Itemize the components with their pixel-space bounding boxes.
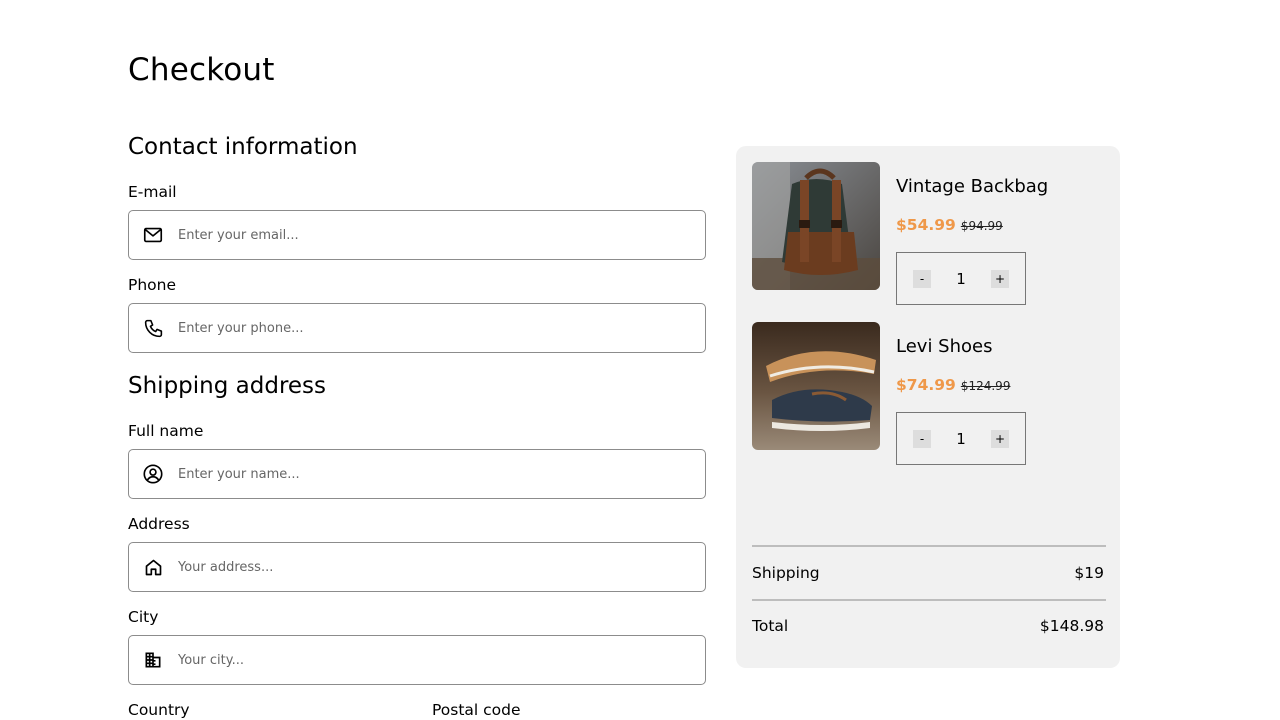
shipping-cost-label: Shipping — [752, 564, 820, 582]
item-old-price: $94.99 — [960, 219, 1003, 233]
increase-quantity-button[interactable]: + — [990, 429, 1009, 448]
full-name-label: Full name — [128, 422, 204, 440]
decrease-quantity-button[interactable]: - — [913, 429, 931, 448]
cart-item: Levi Shoes $74.99 $124.99 - 1 + — [752, 322, 1112, 465]
item-price: $74.99 — [896, 376, 956, 394]
quantity-stepper: - 1 + — [896, 412, 1026, 465]
phone-field[interactable] — [178, 304, 705, 352]
decrease-quantity-button[interactable]: - — [913, 269, 931, 288]
cart-item: Vintage Backbag $54.99 $94.99 - 1 + — [752, 162, 1112, 305]
increase-quantity-button[interactable]: + — [990, 269, 1009, 288]
contact-heading: Contact information — [128, 134, 358, 160]
total-row: Total $148.98 — [752, 617, 1104, 635]
mail-icon — [142, 224, 164, 246]
address-field-wrapper — [128, 542, 706, 592]
price-row: $54.99 $94.99 — [896, 216, 1003, 234]
page-title: Checkout — [128, 52, 275, 88]
city-label: City — [128, 608, 159, 626]
address-label: Address — [128, 515, 190, 533]
shipping-heading: Shipping address — [128, 373, 327, 399]
quantity-value: 1 — [956, 269, 966, 288]
item-price: $54.99 — [896, 216, 956, 234]
item-old-price: $124.99 — [960, 379, 1011, 393]
backpack-image — [752, 162, 880, 290]
summary-divider — [752, 599, 1106, 601]
home-icon — [142, 556, 164, 578]
quantity-stepper: - 1 + — [896, 252, 1026, 305]
phone-field-wrapper — [128, 303, 706, 353]
full-name-field[interactable] — [178, 450, 705, 498]
postal-code-label: Postal code — [432, 701, 521, 719]
shoes-image — [752, 322, 880, 450]
item-name: Vintage Backbag — [896, 176, 1049, 197]
total-label: Total — [752, 617, 789, 635]
email-field-wrapper — [128, 210, 706, 260]
building-icon — [142, 649, 164, 671]
city-field-wrapper — [128, 635, 706, 685]
email-label: E-mail — [128, 183, 177, 201]
total-value: $148.98 — [1039, 617, 1104, 635]
phone-icon — [142, 317, 164, 339]
shipping-row: Shipping $19 — [752, 564, 1104, 582]
summary-divider — [752, 545, 1106, 547]
shipping-cost-value: $19 — [1074, 564, 1104, 582]
quantity-value: 1 — [956, 429, 966, 448]
price-row: $74.99 $124.99 — [896, 376, 1010, 394]
user-circle-icon — [142, 463, 164, 485]
order-summary: Vintage Backbag $54.99 $94.99 - 1 + Levi… — [736, 146, 1120, 668]
phone-label: Phone — [128, 276, 177, 294]
email-field[interactable] — [178, 211, 705, 259]
country-label: Country — [128, 701, 190, 719]
full-name-field-wrapper — [128, 449, 706, 499]
item-name: Levi Shoes — [896, 336, 993, 357]
address-field[interactable] — [178, 543, 705, 591]
city-field[interactable] — [178, 636, 705, 684]
